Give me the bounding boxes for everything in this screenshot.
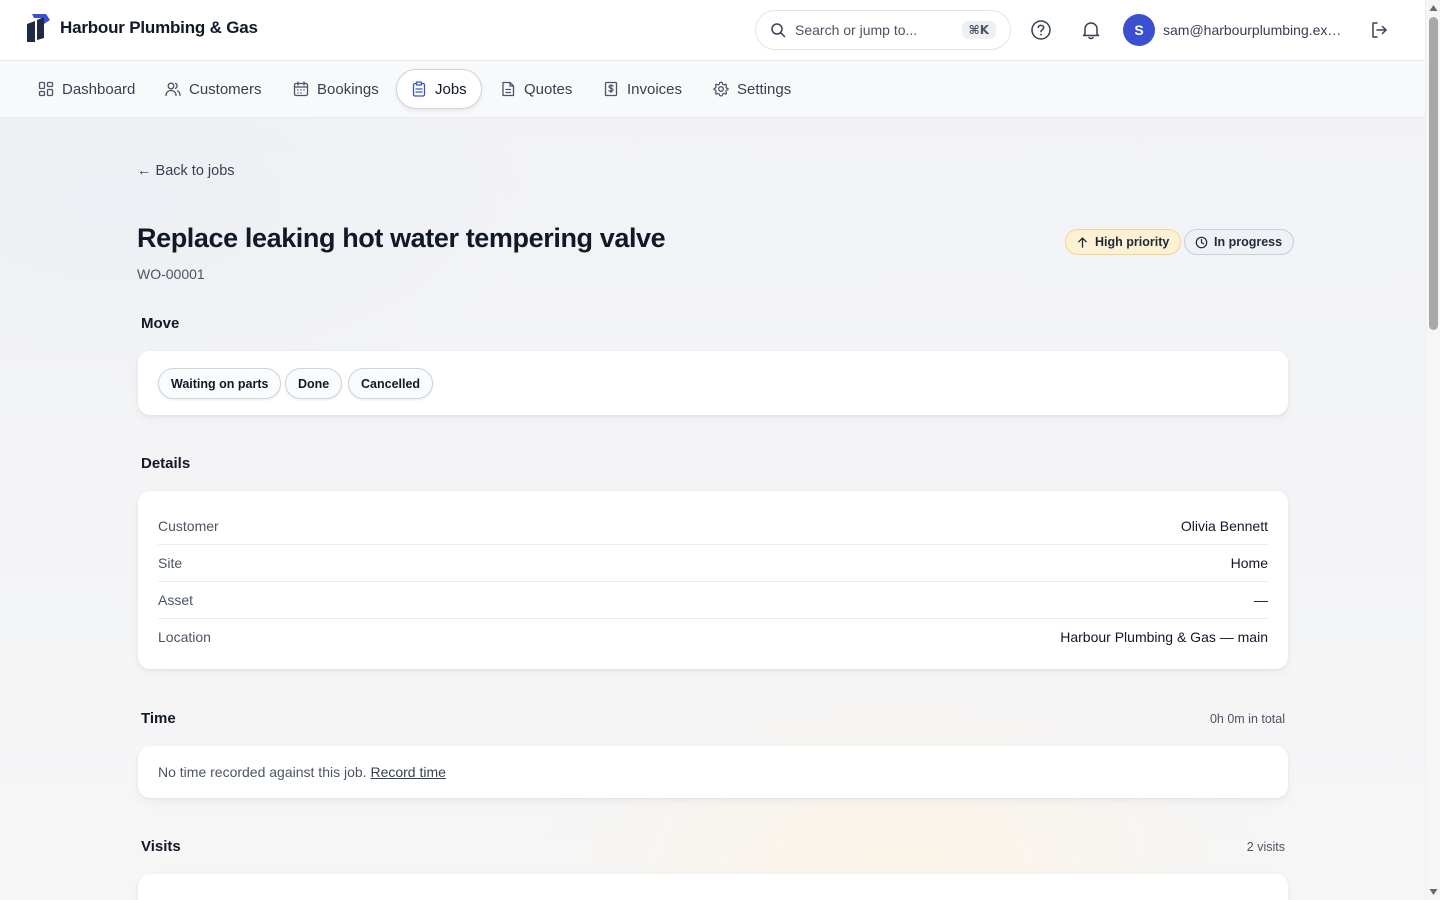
notifications-button[interactable]	[1076, 15, 1106, 45]
nav-item-bookings[interactable]: Bookings	[279, 69, 393, 109]
nav-label: Invoices	[627, 80, 683, 98]
move-cancelled-button[interactable]: Cancelled	[348, 368, 434, 399]
visits-count: 2 visits	[1246, 840, 1285, 854]
page-scrollbar[interactable]	[1425, 0, 1440, 900]
visits-card	[138, 874, 1288, 900]
nav-item-jobs[interactable]: Jobs	[396, 69, 482, 109]
detail-row-asset: Asset —	[158, 581, 1268, 618]
time-card: No time recorded against this job. Recor…	[138, 746, 1288, 798]
time-empty-text: No time recorded against this job.	[158, 764, 367, 780]
move-card: Waiting on parts Done Cancelled	[138, 351, 1288, 415]
user-email: sam@harbourplumbing.example	[1163, 22, 1343, 38]
scroll-up-icon[interactable]	[1429, 4, 1438, 12]
nav-item-settings[interactable]: Settings	[699, 69, 805, 109]
time-section-title: Time	[141, 710, 176, 727]
move-section-title: Move	[141, 315, 180, 332]
nav-label: Dashboard	[62, 80, 136, 98]
move-waiting-on-parts-button[interactable]: Waiting on parts	[158, 368, 282, 399]
top-bar: Harbour Plumbing & Gas Search or jump to…	[0, 0, 1425, 61]
help-icon	[1031, 20, 1051, 40]
scroll-thumb[interactable]	[1429, 17, 1438, 330]
dashboard-icon	[38, 81, 54, 97]
invoice-icon	[604, 81, 618, 97]
status-label: In progress	[1214, 235, 1283, 249]
brand[interactable]: Harbour Plumbing & Gas	[24, 12, 258, 44]
calendar-icon	[293, 81, 309, 97]
priority-badge: High priority	[1065, 229, 1182, 255]
avatar: S	[1123, 14, 1155, 46]
search-placeholder: Search or jump to...	[795, 22, 918, 38]
nav-item-customers[interactable]: Customers	[151, 69, 276, 109]
search-icon	[771, 23, 786, 38]
logout-icon	[1372, 22, 1387, 38]
detail-row-customer: Customer Olivia Bennett	[158, 507, 1268, 544]
time-total: 0h 0m in total	[1209, 712, 1285, 726]
search-shortcut: ⌘K	[961, 21, 996, 39]
search-input[interactable]: Search or jump to... ⌘K	[755, 10, 1011, 50]
nav-label: Jobs	[435, 80, 467, 98]
arrow-up-icon	[1078, 236, 1087, 248]
brand-name: Harbour Plumbing & Gas	[60, 18, 258, 37]
logout-button[interactable]	[1364, 15, 1394, 45]
nav-label: Bookings	[317, 80, 379, 98]
brand-logo-icon	[27, 14, 50, 42]
scroll-down-icon[interactable]	[1429, 888, 1438, 896]
detail-label: Site	[158, 555, 183, 571]
document-icon	[502, 81, 515, 97]
details-section-title: Details	[141, 455, 191, 472]
status-badge: In progress	[1184, 229, 1295, 255]
detail-label: Location	[158, 629, 211, 645]
detail-value: —	[1254, 592, 1268, 608]
main-nav: Dashboard Customers Bookings Jobs Quotes…	[0, 61, 1425, 118]
move-done-button[interactable]: Done	[285, 368, 343, 399]
detail-value: Harbour Plumbing & Gas — main	[1060, 629, 1268, 645]
nav-label: Customers	[189, 80, 262, 98]
page-title: Replace leaking hot water tempering valv…	[137, 223, 666, 253]
help-button[interactable]	[1026, 15, 1056, 45]
job-id: WO-00001	[137, 266, 205, 282]
clock-icon	[1195, 236, 1208, 248]
user-menu[interactable]: S sam@harbourplumbing.example	[1123, 14, 1343, 46]
back-to-jobs-link[interactable]: ← Back to jobs	[137, 163, 235, 179]
visits-section-title: Visits	[141, 838, 181, 855]
detail-value: Home	[1230, 555, 1268, 571]
nav-item-quotes[interactable]: Quotes	[486, 69, 586, 109]
bell-icon	[1082, 22, 1100, 40]
priority-label: High priority	[1095, 235, 1170, 249]
detail-label: Customer	[158, 517, 219, 534]
clipboard-icon	[412, 81, 426, 97]
nav-label: Quotes	[524, 80, 573, 98]
time-empty-state: No time recorded against this job. Recor…	[158, 764, 446, 780]
nav-label: Settings	[737, 80, 792, 98]
gear-icon	[713, 81, 729, 97]
detail-value: Olivia Bennett	[1180, 517, 1268, 534]
job-detail: ← Back to jobs Replace leaking hot water…	[0, 118, 1425, 900]
detail-label: Asset	[158, 592, 194, 608]
nav-item-dashboard[interactable]: Dashboard	[24, 69, 149, 109]
users-icon	[165, 82, 181, 97]
detail-row-location: Location Harbour Plumbing & Gas — main	[158, 618, 1268, 655]
nav-item-invoices[interactable]: Invoices	[589, 69, 696, 109]
details-card: Customer Olivia Bennett Site Home Asset …	[138, 491, 1288, 669]
detail-row-site: Site Home	[158, 544, 1268, 581]
record-time-link[interactable]: Record time	[370, 764, 445, 780]
